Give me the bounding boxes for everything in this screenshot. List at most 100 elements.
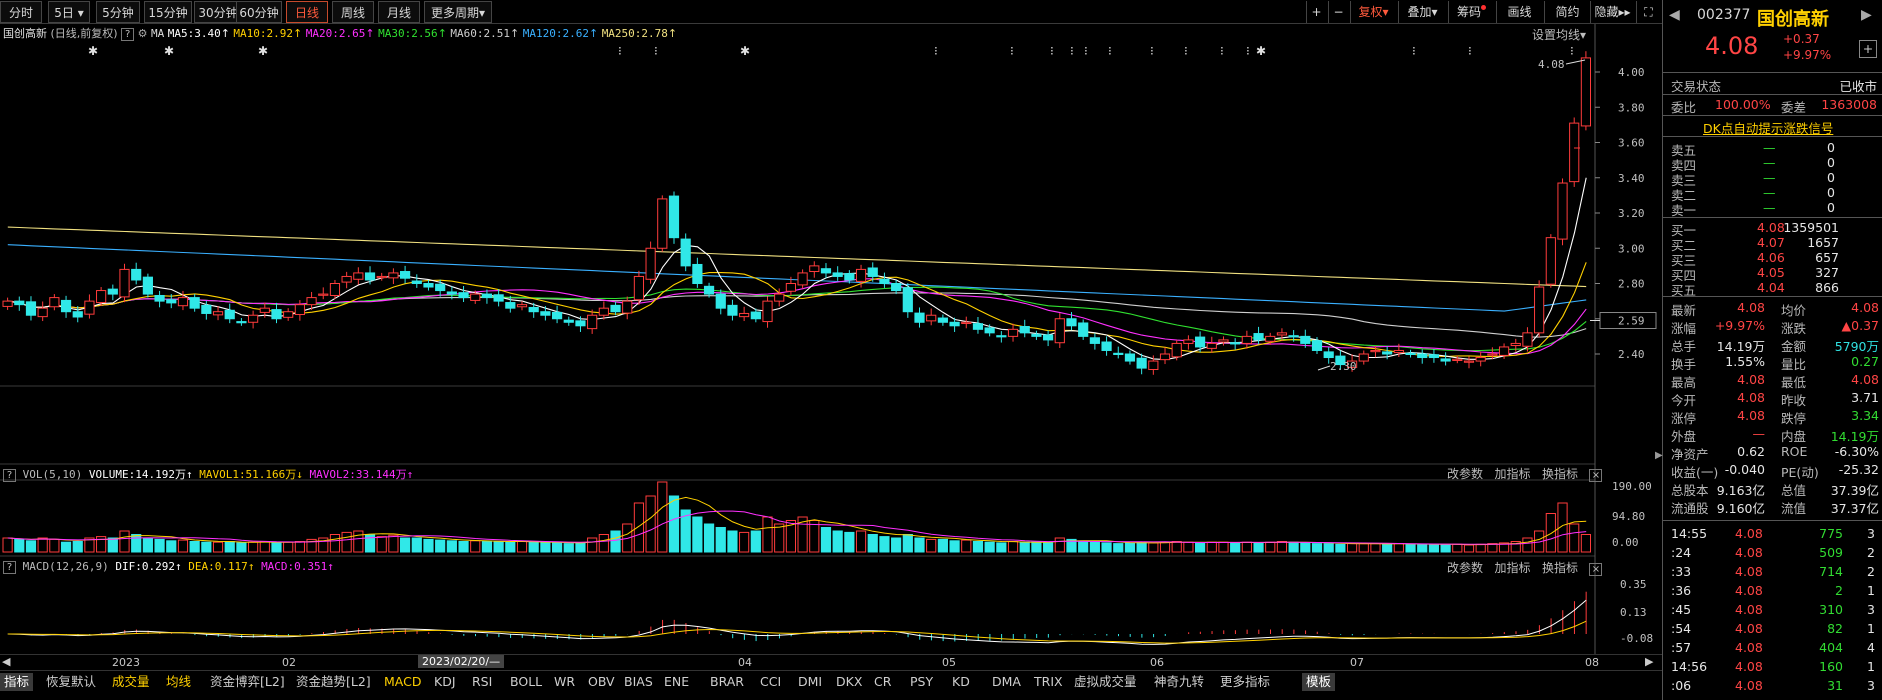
indicator-tab[interactable]: 恢复默认: [46, 673, 96, 691]
dea-line: [7, 620, 1587, 644]
indicator-tab[interactable]: 神奇九转: [1154, 673, 1204, 691]
candle-body: [657, 198, 668, 249]
period-monthly-button[interactable]: 月线: [378, 1, 420, 23]
stat-label: 外盘: [1671, 429, 1697, 444]
period-30min-button[interactable]: 30分钟: [194, 1, 242, 23]
period-daily-button[interactable]: 日线: [286, 1, 328, 23]
info-marker: ⁝: [1150, 44, 1154, 58]
dk-signal-link[interactable]: DK点自动提示涨跌信号: [1663, 118, 1882, 136]
price-axis-label: 4.00: [1618, 66, 1645, 79]
close-icon[interactable]: ×: [1589, 563, 1603, 576]
indicator-tab[interactable]: WR: [554, 673, 575, 691]
scroll-left-icon[interactable]: ◀: [2, 655, 10, 668]
tick-price: 4.08: [1735, 678, 1763, 693]
indicator-tab[interactable]: CR: [874, 673, 891, 691]
period-60min-button[interactable]: 60分钟: [236, 1, 282, 23]
add-indicator-button[interactable]: 加指标: [1494, 467, 1530, 481]
scroll-right-icon[interactable]: ▶: [1645, 655, 1653, 668]
ma-settings-button[interactable]: 设置均线▾: [1532, 26, 1586, 43]
switch-indicator-button[interactable]: 换指标: [1542, 467, 1578, 481]
indicator-tab[interactable]: 均线: [166, 673, 191, 691]
help-icon[interactable]: ?: [121, 28, 135, 41]
indicator-tab[interactable]: 虚拟成交量: [1074, 673, 1137, 691]
candle-body: [680, 238, 691, 267]
indicator-tab[interactable]: 更多指标: [1220, 673, 1270, 691]
stat-label: 金额: [1781, 339, 1807, 354]
simple-mode-button[interactable]: 简约: [1544, 1, 1590, 23]
indicator-tab[interactable]: BRAR: [710, 673, 744, 691]
indicator-tab[interactable]: DMI: [798, 673, 822, 691]
close-icon[interactable]: ×: [1589, 469, 1603, 482]
add-indicator-button[interactable]: 加指标: [1494, 561, 1530, 575]
stat-row: 涨幅 +9.97% 涨跌 ▲0.37: [1663, 318, 1882, 336]
help-icon[interactable]: ?: [3, 561, 16, 574]
indicator-tab[interactable]: CCI: [760, 673, 781, 691]
volume-bar: [353, 530, 364, 553]
indicator-tab[interactable]: BOLL: [510, 673, 542, 691]
gear-icon[interactable]: ⚙: [138, 27, 148, 40]
indicator-tab[interactable]: OBV: [588, 673, 615, 691]
adjust-button[interactable]: 复权▾: [1350, 1, 1396, 23]
tick-volume: 31: [1827, 678, 1843, 693]
volume-bar: [528, 541, 539, 553]
collapse-panel-icon[interactable]: ▶: [1655, 450, 1663, 461]
indicator-tab[interactable]: ENE: [664, 673, 689, 691]
period-15min-button[interactable]: 15分钟: [144, 1, 192, 23]
indicator-tab[interactable]: RSI: [472, 673, 492, 691]
draw-line-button[interactable]: 画线: [1496, 1, 1542, 23]
price-axis-label: 2.40: [1618, 348, 1645, 361]
indicator-tab[interactable]: KD: [952, 673, 970, 691]
indicator-tab[interactable]: DMA: [992, 673, 1021, 691]
volume-bar: [1159, 541, 1171, 553]
indicator-tab[interactable]: TRIX: [1034, 673, 1063, 691]
edit-params-button[interactable]: 改参数: [1447, 467, 1483, 481]
period-more-button[interactable]: 更多周期▾: [424, 1, 492, 23]
indicator-tab[interactable]: PSY: [910, 673, 933, 691]
period-5day-button[interactable]: 5日 ▾: [48, 1, 90, 23]
time-axis[interactable]: ◀ 2023 02 2023/02/20/— 04 05 06 07 08 ▶: [0, 654, 1662, 670]
volume-bar: [177, 539, 189, 553]
volume-bar: [154, 538, 165, 553]
volume-bar: [820, 527, 832, 553]
chips-button[interactable]: 筹码: [1448, 1, 1494, 23]
overlay-button[interactable]: 叠加▾: [1398, 1, 1446, 23]
fullscreen-icon[interactable]: ⛶: [1636, 1, 1660, 23]
candle-body: [201, 304, 212, 314]
add-watchlist-icon[interactable]: +: [1859, 40, 1877, 58]
period-weekly-button[interactable]: 周线: [332, 1, 374, 23]
stat-row: 换手 1.55% 量比 0.27: [1663, 354, 1882, 372]
indicator-tab[interactable]: MACD: [384, 673, 421, 691]
candle-body: [926, 314, 937, 322]
volume-bar: [668, 495, 680, 553]
chart-area[interactable]: 4.003.803.603.403.203.002.802.602.402.59…: [0, 24, 1662, 670]
stat-label: 总手: [1671, 339, 1697, 354]
zoom-in-button[interactable]: +: [1306, 1, 1326, 23]
edit-params-button[interactable]: 改参数: [1447, 561, 1483, 575]
period-intraday-button[interactable]: 分时: [0, 1, 42, 23]
macd-axis-label: 0.35: [1620, 578, 1647, 591]
info-marker: ⁝: [1070, 44, 1074, 58]
tick-price: 4.08: [1735, 564, 1763, 579]
indicator-tab[interactable]: 模板: [1302, 673, 1336, 691]
indicator-tab[interactable]: 资金趋势[L2]: [296, 673, 371, 691]
candles: [2, 51, 1592, 375]
next-stock-icon[interactable]: ▶: [1861, 7, 1872, 23]
candle-body: [1510, 342, 1521, 347]
indicator-tab[interactable]: BIAS: [624, 673, 653, 691]
help-icon[interactable]: ?: [3, 469, 16, 482]
tick-row: 14:55 4.08 775 3: [1663, 526, 1882, 541]
indicator-tab[interactable]: 资金博弈[L2]: [210, 673, 285, 691]
prev-stock-icon[interactable]: ◀: [1669, 7, 1680, 23]
candle-body: [505, 302, 516, 309]
indicator-tab[interactable]: 成交量: [112, 673, 150, 691]
volume-bar: [540, 542, 551, 553]
switch-indicator-button[interactable]: 换指标: [1542, 561, 1578, 575]
period-5min-button[interactable]: 5分钟: [96, 1, 140, 23]
hide-button[interactable]: 隐藏▸▸: [1590, 1, 1634, 23]
star-marker: ✱: [740, 44, 750, 58]
indicator-tab[interactable]: 指标: [0, 673, 34, 691]
indicator-tab[interactable]: KDJ: [434, 673, 456, 691]
indicator-tab[interactable]: DKX: [836, 673, 862, 691]
info-marker: ⁝: [1570, 44, 1574, 58]
zoom-out-button[interactable]: −: [1328, 1, 1348, 23]
